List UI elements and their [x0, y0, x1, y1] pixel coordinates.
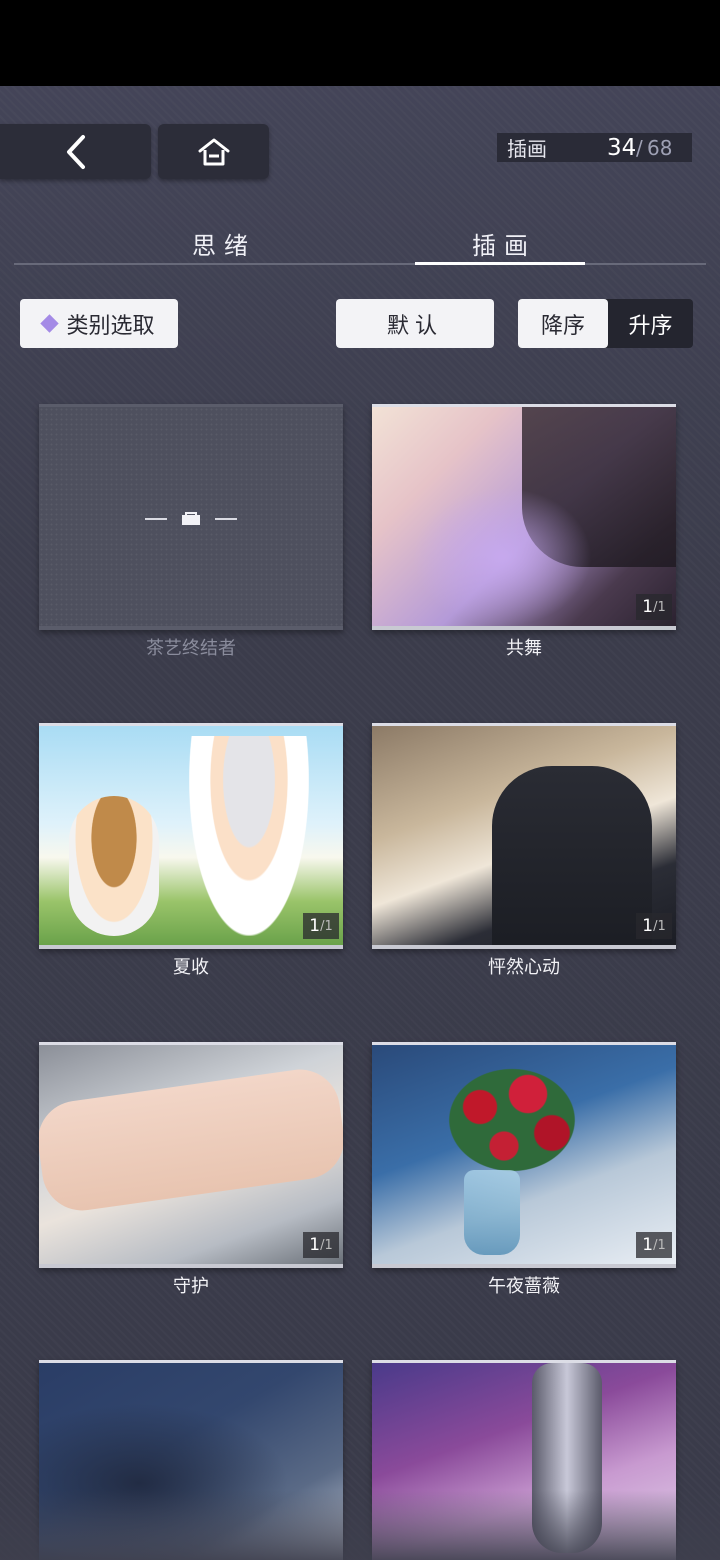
diamond-icon [40, 314, 60, 333]
default-order-button[interactable]: 默认 [336, 299, 494, 348]
card-title: 怦然心动 [488, 957, 560, 978]
card-title: 守护 [173, 1276, 209, 1297]
count-badge: 1/1 [303, 1232, 339, 1258]
status-bar [0, 0, 720, 86]
badge-total: /1 [653, 918, 666, 934]
tab-bar: 思绪 插画 [14, 218, 706, 266]
illustration-image [372, 1045, 676, 1264]
lock-line-left [145, 518, 167, 520]
badge-total: /1 [653, 1237, 666, 1253]
tab-illustrations[interactable]: 插画 [472, 226, 536, 261]
lock-line-right [215, 518, 237, 520]
badge-total: /1 [320, 1237, 333, 1253]
tab-active-indicator [415, 262, 585, 265]
illustration-card[interactable]: 1/1 [372, 404, 676, 630]
badge-count: 1 [309, 916, 321, 936]
illustration-counter: 插画 34 / 68 [497, 133, 692, 162]
tab-divider [14, 263, 706, 265]
sort-ascending-label: 升序 [628, 313, 673, 339]
badge-count: 1 [642, 1235, 654, 1255]
illustration-card-locked[interactable] [39, 404, 343, 630]
home-icon [198, 138, 229, 165]
counter-total: 68 [647, 135, 673, 160]
card-title: 夏收 [173, 957, 209, 978]
badge-count: 1 [642, 916, 654, 936]
badge-total: /1 [653, 599, 666, 615]
illustration-image [39, 1045, 343, 1264]
tab-thoughts[interactable]: 思绪 [192, 226, 256, 261]
count-badge: 1/1 [636, 594, 672, 620]
sort-toggle: 降序 升序 [518, 299, 693, 348]
badge-count: 1 [309, 1235, 321, 1255]
sort-descending-label: 降序 [540, 313, 585, 339]
sort-descending-button[interactable]: 降序 [518, 299, 608, 348]
back-button[interactable] [0, 124, 151, 179]
sort-ascending-button[interactable]: 升序 [608, 299, 693, 348]
card-title: 茶艺终结者 [146, 638, 236, 659]
bottom-fade [0, 1490, 720, 1560]
counter-separator: / [636, 135, 643, 160]
card-title: 共舞 [506, 638, 542, 659]
default-order-label: 默认 [386, 313, 443, 339]
illustration-card[interactable]: 1/1 [372, 723, 676, 949]
category-select-button[interactable]: 类别选取 [20, 299, 178, 348]
badge-count: 1 [642, 597, 654, 617]
counter-current: 34 [607, 134, 637, 161]
badge-total: /1 [320, 918, 333, 934]
count-badge: 1/1 [636, 913, 672, 939]
lock-icon [182, 512, 200, 525]
counter-label: 插画 [507, 137, 547, 161]
count-badge: 1/1 [303, 913, 339, 939]
chevron-left-icon [66, 134, 85, 169]
illustration-image [372, 726, 676, 945]
illustration-card[interactable]: 1/1 [39, 1042, 343, 1268]
count-badge: 1/1 [636, 1232, 672, 1258]
illustration-image [372, 407, 676, 626]
home-button[interactable] [158, 124, 269, 179]
illustration-card[interactable]: 1/1 [372, 1042, 676, 1268]
card-title: 午夜蔷薇 [488, 1276, 560, 1297]
illustration-card[interactable]: 1/1 [39, 723, 343, 949]
illustration-image [39, 726, 343, 945]
category-select-label: 类别选取 [66, 313, 155, 339]
